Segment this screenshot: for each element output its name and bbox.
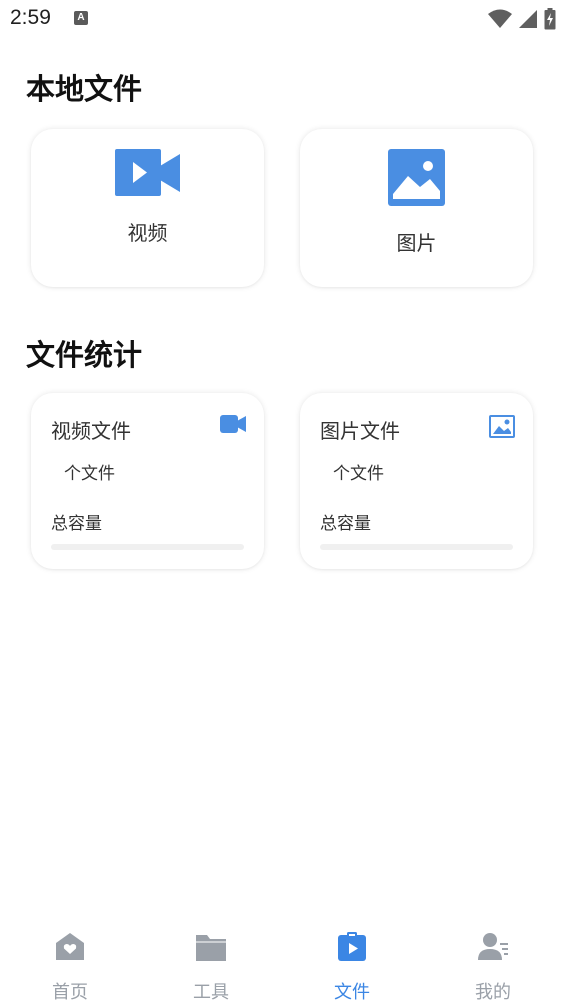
tab-files-label: 文件 (334, 982, 370, 1003)
video-stats-title: 视频文件 (51, 419, 131, 443)
image-capacity-bar (320, 544, 513, 550)
notification-icon: A (74, 11, 88, 25)
video-icon (220, 415, 246, 433)
wifi-icon (488, 9, 512, 28)
tab-tools-label: 工具 (193, 982, 229, 1003)
home-icon (56, 933, 84, 960)
tab-home[interactable]: 首页 (20, 908, 120, 1004)
folder-icon (196, 935, 226, 961)
file-stats-title: 文件统计 (26, 338, 143, 372)
signal-icon (519, 10, 537, 28)
tab-tools[interactable]: 工具 (161, 908, 261, 1004)
tab-profile[interactable]: 我的 (443, 908, 543, 1004)
tab-files[interactable]: 文件 (302, 908, 402, 1004)
local-files-title: 本地文件 (26, 72, 143, 106)
image-icon (489, 415, 515, 438)
image-icon (388, 149, 445, 206)
video-card-label: 视频 (127, 221, 168, 245)
video-file-count: 个文件 (64, 464, 115, 484)
video-icon (115, 149, 180, 196)
status-bar: 2:59 A (0, 0, 564, 38)
image-card-label: 图片 (396, 231, 437, 255)
tab-profile-label: 我的 (475, 982, 511, 1003)
profile-icon (478, 933, 508, 960)
video-capacity-label: 总容量 (51, 514, 102, 534)
image-card[interactable]: 图片 (300, 129, 533, 287)
image-stats-title: 图片文件 (320, 419, 400, 443)
battery-icon (544, 8, 556, 30)
video-card[interactable]: 视频 (31, 129, 264, 287)
image-file-count: 个文件 (333, 464, 384, 484)
image-stats-card[interactable]: 图片文件 个文件 总容量 (300, 393, 533, 569)
file-play-icon (338, 932, 366, 961)
image-capacity-label: 总容量 (320, 514, 371, 534)
video-capacity-bar (51, 544, 244, 550)
video-stats-card[interactable]: 视频文件 个文件 总容量 (31, 393, 264, 569)
bottom-tab-bar: 首页 工具 文件 我的 (0, 908, 564, 1004)
status-time: 2:59 (10, 6, 51, 29)
tab-home-label: 首页 (52, 982, 88, 1003)
system-icons (488, 8, 556, 30)
